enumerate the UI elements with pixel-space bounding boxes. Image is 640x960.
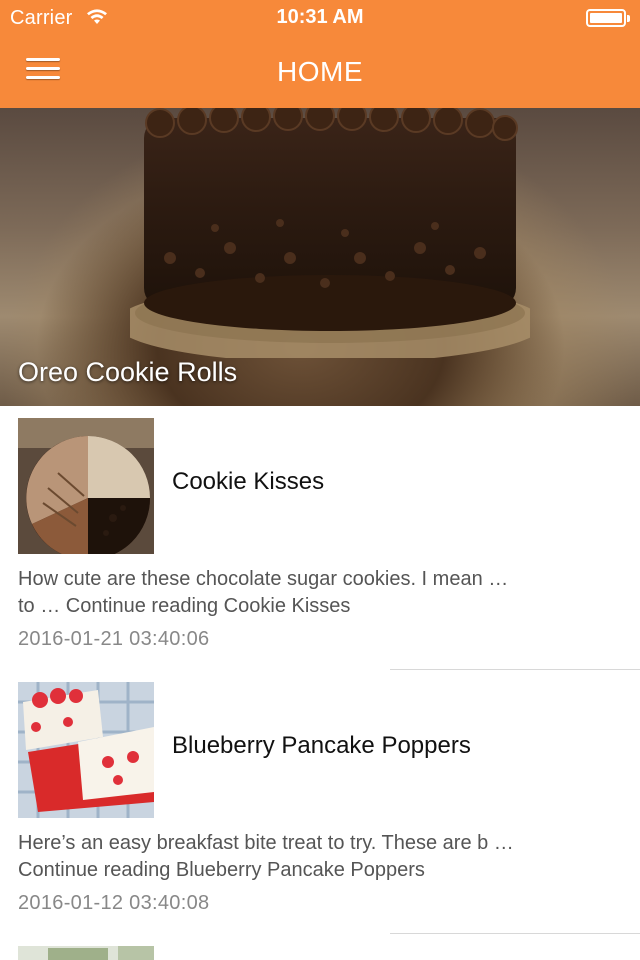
featured-image	[130, 108, 530, 358]
list-item[interactable]: Cookie Kisses How cute are these chocola…	[0, 406, 640, 670]
post-thumbnail	[18, 682, 154, 818]
post-title: Blueberry Pancake Poppers	[172, 732, 471, 759]
status-bar: Carrier 10:31 AM	[0, 0, 640, 40]
post-excerpt-line: to … Continue reading Cookie Kisses	[18, 595, 351, 617]
page-title: HOME	[277, 56, 363, 87]
battery-icon	[586, 9, 630, 27]
post-excerpt: Here’s an easy breakfast bite treat to t…	[18, 830, 618, 884]
post-excerpt: How cute are these chocolate sugar cooki…	[18, 566, 618, 620]
featured-post[interactable]: Oreo Cookie Rolls	[0, 108, 640, 406]
list-item[interactable]: Blueberry Pancake Poppers Here’s an easy…	[0, 670, 640, 934]
featured-title: Oreo Cookie Rolls	[18, 357, 238, 387]
post-excerpt-line: How cute are these chocolate sugar cooki…	[18, 568, 509, 590]
top-bar: Carrier 10:31 AM HOME	[0, 0, 640, 108]
post-thumbnail	[18, 946, 154, 960]
post-thumbnail	[18, 418, 154, 554]
post-excerpt-line: Here’s an easy breakfast bite treat to t…	[18, 832, 514, 854]
post-title: Cookie Kisses	[172, 468, 325, 495]
list-item[interactable]	[0, 934, 640, 960]
post-date: 2016-01-21 03:40:06	[18, 628, 210, 650]
post-excerpt-line: Continue reading Blueberry Pancake Poppe…	[18, 859, 425, 881]
post-date: 2016-01-12 03:40:08	[18, 892, 210, 914]
clock: 10:31 AM	[276, 6, 364, 28]
